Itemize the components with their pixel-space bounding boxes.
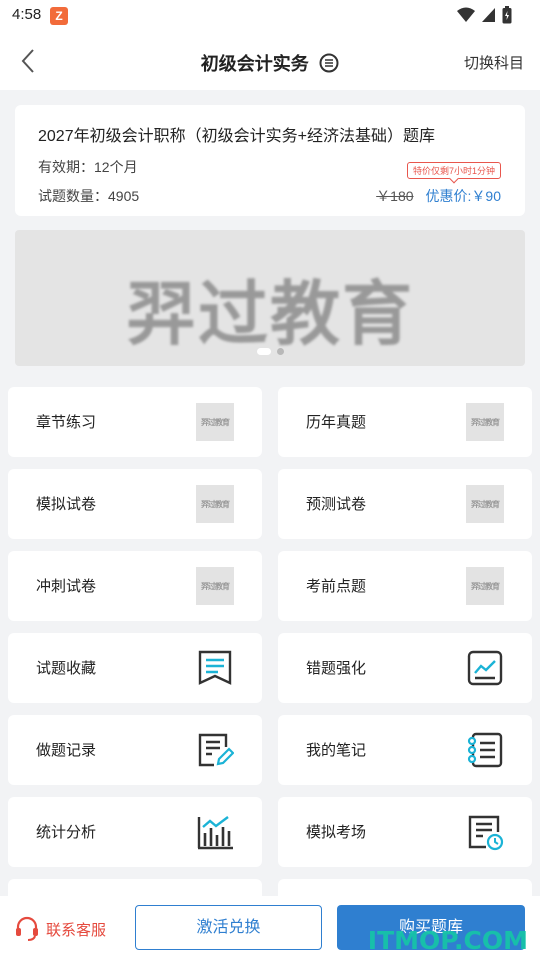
tile-label: 模拟试卷 — [36, 496, 97, 513]
tile-wrong-questions[interactable]: 错题强化 — [278, 633, 532, 703]
tile-label: 冲刺试卷 — [36, 578, 97, 595]
tile-label: 模拟考场 — [306, 824, 367, 841]
tile-label: 试题收藏 — [36, 660, 97, 677]
banner-logo-text: 羿过教育 — [126, 273, 414, 355]
activate-redeem-button[interactable]: 激活兑换 — [135, 905, 322, 950]
bookmark-icon — [198, 650, 232, 685]
carousel-dot[interactable] — [276, 348, 284, 355]
tile-label: 预测试卷 — [306, 496, 367, 513]
chart-board-icon — [467, 650, 503, 686]
headset-icon — [16, 916, 38, 941]
discount-price: 优惠价:￥90 — [425, 188, 501, 204]
title-wrap: 初级会计实务 — [0, 50, 540, 76]
tile-chapter-practice[interactable]: 章节练习 羿过教育 — [8, 387, 262, 457]
tile-statistics[interactable]: 统计分析 — [8, 797, 262, 867]
tile-mock-exam-room[interactable]: 模拟考场 — [278, 797, 532, 867]
watermark-text: ITMOP.COM — [367, 926, 528, 955]
original-price: ￥180 — [376, 188, 414, 204]
tile-label: 历年真题 — [306, 414, 367, 431]
status-time: 4:58 — [12, 6, 42, 23]
tile-label: 我的笔记 — [306, 742, 367, 759]
brand-placeholder-icon: 羿过教育 — [196, 485, 234, 523]
status-bar: 4:58 Z — [0, 0, 540, 32]
promo-banner[interactable]: 羿过教育 — [15, 230, 525, 366]
validity-text: 有效期：12个月 — [38, 159, 138, 175]
battery-icon — [502, 6, 512, 24]
notebook-icon — [467, 732, 503, 768]
price-row: ￥180 优惠价:￥90 — [376, 186, 501, 206]
brand-placeholder-icon: 羿过教育 — [466, 485, 504, 523]
tile-answer-history[interactable]: 做题记录 — [8, 715, 262, 785]
product-title: 2027年初级会计职称（初级会计实务+经济法基础）题库 — [38, 128, 435, 145]
service-label: 联系客服 — [46, 921, 107, 939]
carousel-dots — [15, 348, 525, 355]
subject-switch-icon[interactable] — [319, 53, 339, 73]
tile-my-notes[interactable]: 我的笔记 — [278, 715, 532, 785]
product-card[interactable]: 2027年初级会计职称（初级会计实务+经济法基础）题库 有效期：12个月 试题数… — [15, 105, 525, 216]
switch-subject-button[interactable]: 切换科目 — [464, 52, 524, 73]
status-indicators — [457, 6, 512, 24]
page-title: 初级会计实务 — [200, 54, 309, 74]
tile-label: 统计分析 — [36, 824, 97, 841]
customer-service-button[interactable]: 联系客服 — [14, 916, 106, 942]
app-notification-icon: Z — [50, 7, 68, 25]
tile-label: 做题记录 — [36, 742, 97, 759]
tile-past-exams[interactable]: 历年真题 羿过教育 — [278, 387, 532, 457]
nav-bar: 初级会计实务 切换科目 — [0, 32, 540, 90]
brand-placeholder-icon: 羿过教育 — [466, 567, 504, 605]
tile-label: 错题强化 — [306, 660, 367, 677]
tile-label: 考前点题 — [306, 578, 367, 595]
brand-placeholder-icon: 羿过教育 — [196, 567, 234, 605]
bar-chart-icon — [197, 816, 233, 850]
exam-timer-icon — [468, 815, 504, 851]
tile-key-points[interactable]: 考前点题 羿过教育 — [278, 551, 532, 621]
tile-label: 章节练习 — [36, 414, 97, 431]
wifi-icon — [457, 7, 475, 22]
tile-forecast-papers[interactable]: 预测试卷 羿过教育 — [278, 469, 532, 539]
carousel-dot-active[interactable] — [256, 348, 271, 355]
brand-placeholder-icon: 羿过教育 — [466, 403, 504, 441]
question-count: 试题数量：4905 — [38, 188, 140, 204]
signal-icon — [482, 8, 495, 22]
brand-placeholder-icon: 羿过教育 — [196, 403, 234, 441]
promo-countdown-badge: 特价仅剩7小时1分钟 — [406, 162, 501, 179]
tile-sprint-papers[interactable]: 冲刺试卷 羿过教育 — [8, 551, 262, 621]
edit-document-icon — [198, 733, 234, 767]
tile-mock-papers[interactable]: 模拟试卷 羿过教育 — [8, 469, 262, 539]
tile-favorites[interactable]: 试题收藏 — [8, 633, 262, 703]
